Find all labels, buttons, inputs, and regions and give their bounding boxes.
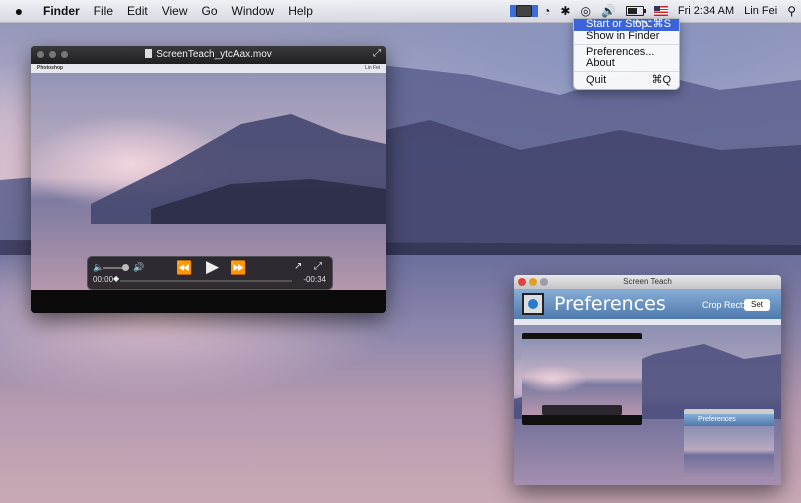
apple-menu-icon[interactable]: ● <box>12 3 26 19</box>
preferences-window: Screen Teach Preferences Crop Rect: Set … <box>514 275 781 485</box>
menu-go[interactable]: Go <box>195 0 225 22</box>
movie-player-window: ScreenTeach_ytcAax.mov ⤢ Photoshop Lin F… <box>31 46 386 313</box>
menu-item-about[interactable]: About <box>574 58 679 69</box>
preview-preferences-window: Preferences <box>684 409 774 479</box>
preferences-heading: Preferences <box>554 293 666 315</box>
menu-item-label: About <box>586 57 615 69</box>
recorded-menu-bar: Photoshop Lin Fei <box>31 64 386 73</box>
preview-preferences-heading: Preferences <box>684 414 774 426</box>
us-flag-icon <box>653 6 668 16</box>
menu-separator <box>574 71 679 72</box>
menu-item-quit[interactable]: Quit ⌘Q <box>574 75 679 86</box>
rewind-icon[interactable]: ⏪ <box>176 260 192 276</box>
volume-slider-knob[interactable] <box>122 264 129 271</box>
battery-status-item[interactable] <box>621 6 649 16</box>
preview-menu-bar <box>514 319 781 325</box>
playhead-icon[interactable]: ◆ <box>113 274 119 283</box>
zoom-button[interactable] <box>540 278 548 286</box>
player-titlebar[interactable]: ScreenTeach_ytcAax.mov ⤢ <box>31 46 386 64</box>
player-letterbox <box>31 290 386 313</box>
menu-separator <box>574 44 679 45</box>
preferences-header: Preferences Crop Rect: Set <box>514 289 781 319</box>
recorded-user: Lin Fei <box>364 65 380 71</box>
movie-file-icon <box>145 49 153 58</box>
playback-controls-hud: 🔈 🔊 ⏪ ▶ ⏩ ↗ ⤢ 00:00 ◆ -00:34 <box>87 256 333 290</box>
expand-icon[interactable]: ⤢ <box>314 261 322 272</box>
bluetooth-icon: ✱ <box>560 4 571 18</box>
user-menu[interactable]: Lin Fei <box>739 0 782 22</box>
fast-forward-icon[interactable]: ⏩ <box>230 260 246 276</box>
play-icon[interactable]: ▶ <box>206 257 219 277</box>
menu-file[interactable]: File <box>87 0 120 22</box>
menu-item-show-in-finder[interactable]: Show in Finder <box>574 31 679 42</box>
preview-player-controls <box>542 405 622 415</box>
clock[interactable]: Fri 2:34 AM <box>673 0 739 22</box>
share-icon[interactable]: ↗ <box>294 261 302 272</box>
volume-high-icon[interactable]: 🔊 <box>133 262 144 273</box>
recorded-app-name: Photoshop <box>37 65 64 71</box>
menu-item-shortcut: ^⌥⌘S <box>634 18 671 30</box>
menu-item-label: Quit <box>586 74 607 86</box>
screenteach-status-icon <box>516 5 533 17</box>
minimize-button[interactable] <box>529 278 537 286</box>
spotlight-search-icon: ⚲ <box>787 4 796 18</box>
remaining-time: -00:34 <box>303 275 326 284</box>
player-title: ScreenTeach_ytcAax.mov <box>31 49 386 60</box>
crop-rect-label: Crop Rect: <box>702 300 746 310</box>
close-button[interactable] <box>518 278 526 286</box>
preview-player-video <box>522 339 642 415</box>
screenteach-dropdown-menu: Start or Stop ^⌥⌘S Show in Finder Prefer… <box>573 18 680 90</box>
preferences-titlebar[interactable]: Screen Teach <box>514 275 781 289</box>
preferences-window-title: Screen Teach <box>623 277 672 286</box>
spotlight-status-item[interactable]: ⚲ <box>782 0 801 22</box>
fullscreen-icon[interactable]: ⤢ <box>373 48 381 59</box>
set-crop-button[interactable]: Set <box>744 299 770 311</box>
scrubber-track[interactable] <box>120 280 292 282</box>
screenteach-status-item[interactable] <box>510 5 539 17</box>
screen-preview: Preferences <box>514 319 781 485</box>
video-mountains <box>91 114 386 224</box>
screenteach-film-icon <box>522 293 544 315</box>
input-source-status-item[interactable] <box>649 6 673 16</box>
player-file-name: ScreenTeach_ytcAax.mov <box>156 49 272 60</box>
time-machine-status-item[interactable]: ◔ <box>538 0 555 22</box>
time-machine-icon: ◔ <box>543 4 551 18</box>
menu-edit[interactable]: Edit <box>120 0 155 22</box>
menu-bar: ● Finder File Edit View Go Window Help ◔… <box>0 0 801 23</box>
menu-window[interactable]: Window <box>225 0 282 22</box>
menu-view[interactable]: View <box>155 0 195 22</box>
preview-preferences-body <box>684 426 774 479</box>
menu-app-finder[interactable]: Finder <box>36 0 87 22</box>
current-time: 00:00 <box>93 275 114 284</box>
menu-item-label: Show in Finder <box>586 30 660 42</box>
menu-item-shortcut: ⌘Q <box>651 74 671 86</box>
battery-icon <box>625 6 646 16</box>
preview-player-window <box>522 333 642 425</box>
menu-help[interactable]: Help <box>281 0 320 22</box>
